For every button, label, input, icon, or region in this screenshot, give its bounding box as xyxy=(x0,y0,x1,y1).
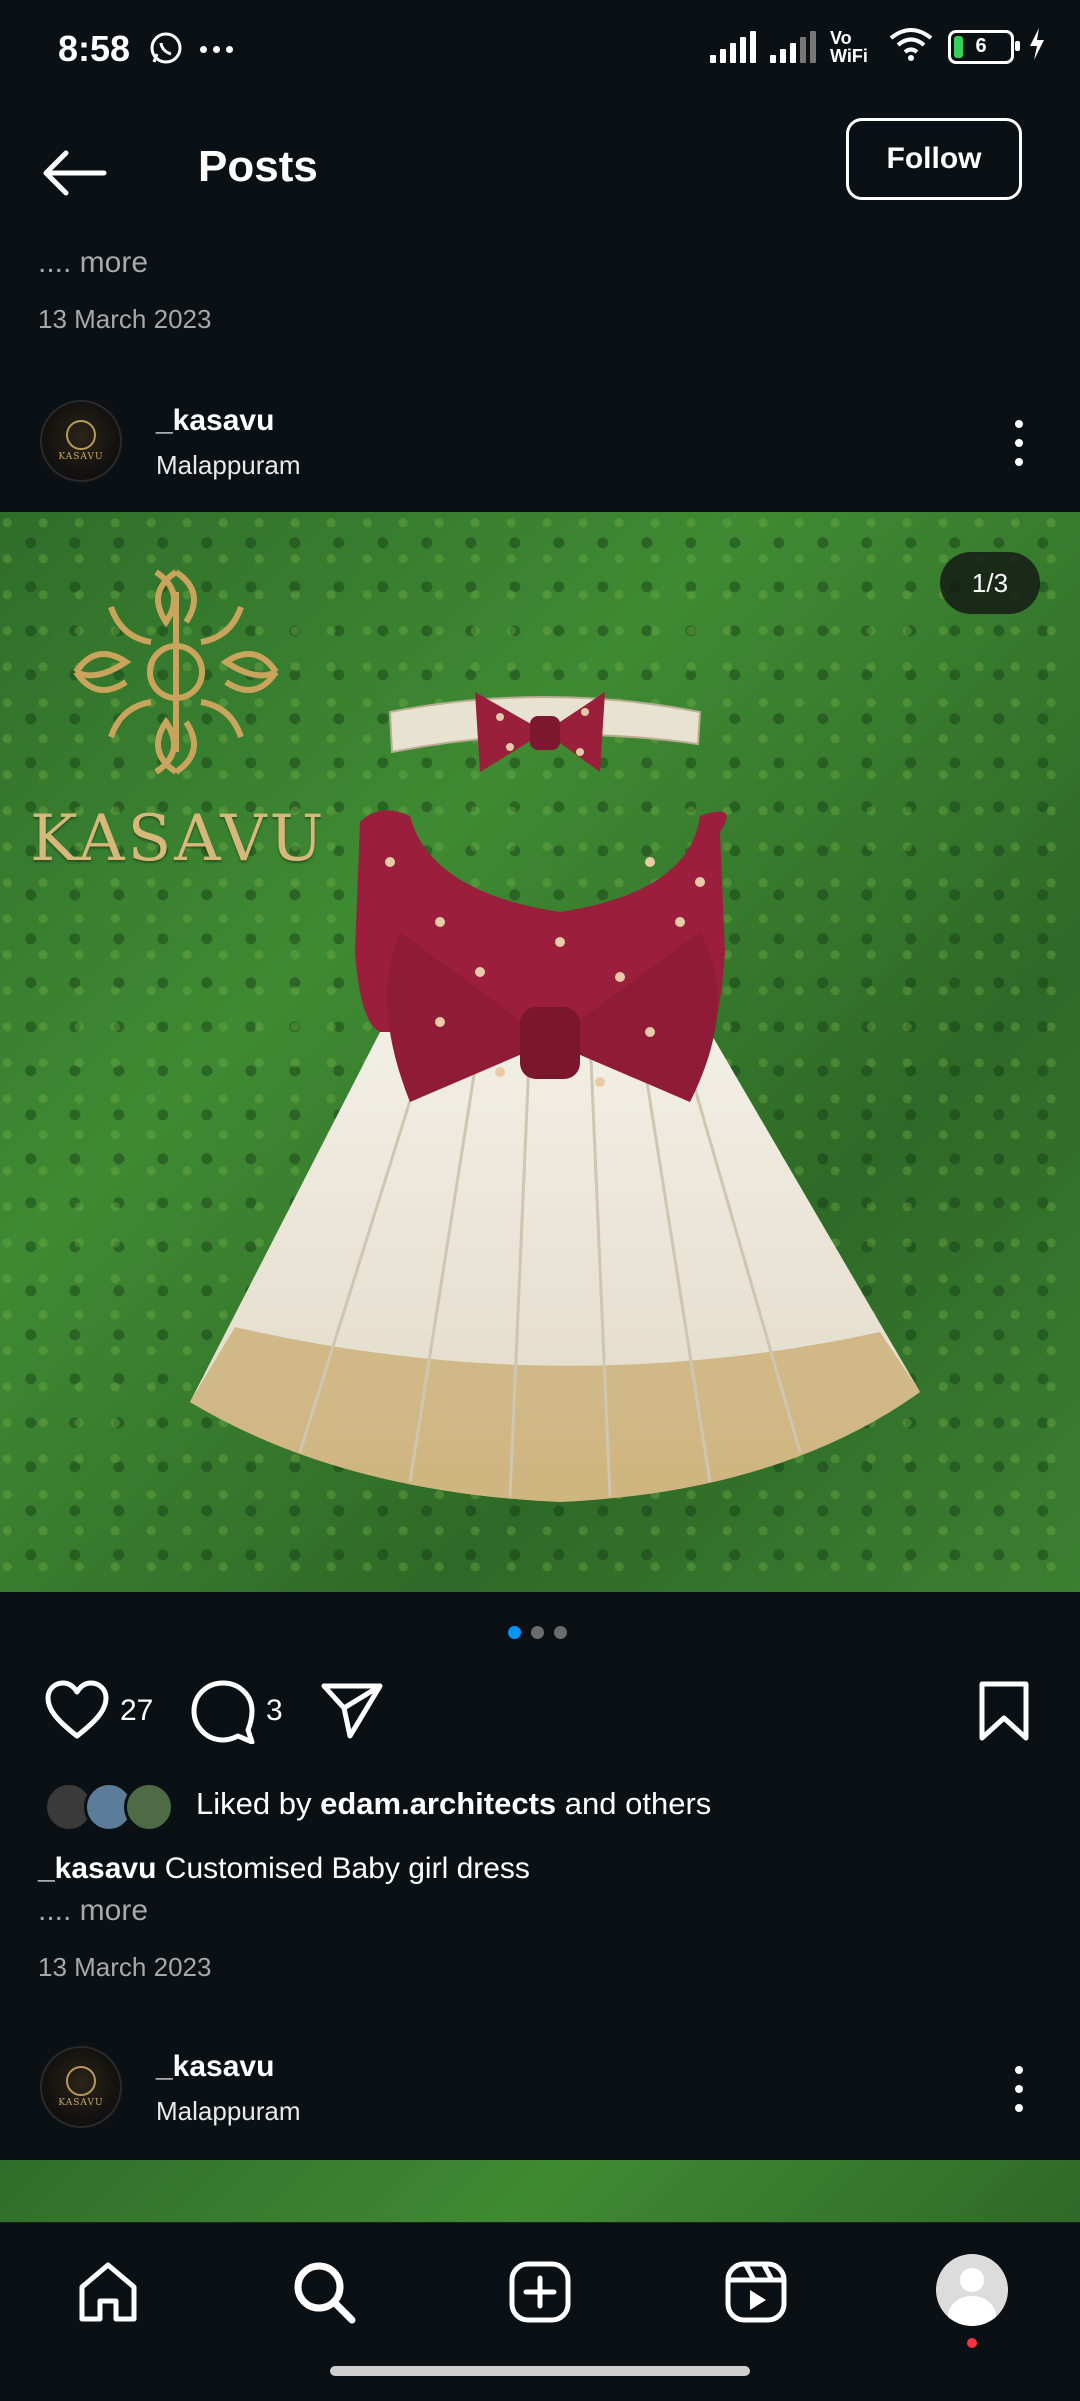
post-image[interactable]: KASAVU 1/3 xyxy=(0,512,1080,1592)
home-icon[interactable] xyxy=(68,2252,148,2332)
next-post-location[interactable]: Malappuram xyxy=(156,2096,301,2127)
comment-count[interactable]: 3 xyxy=(266,1694,283,1728)
caption-username[interactable]: _kasavu xyxy=(38,1852,156,1885)
liked-by-prefix: Liked by xyxy=(196,1786,312,1821)
reels-icon[interactable] xyxy=(716,2252,796,2332)
previous-more-link[interactable]: .... more xyxy=(38,246,148,280)
dress-image xyxy=(190,810,920,1502)
carousel-dot xyxy=(531,1626,544,1639)
liked-by-suffix: and others xyxy=(564,1786,712,1821)
avatar-text: KASAVU xyxy=(58,452,104,462)
more-notifications-icon xyxy=(200,46,233,53)
signal-2-icon xyxy=(770,30,816,63)
caption-more-link[interactable]: .... more xyxy=(38,1894,148,1928)
status-icons: Vo WiFi 6 xyxy=(710,26,1046,67)
image-counter: 1/3 xyxy=(940,552,1040,614)
liked-by-text[interactable]: Liked by edam.architects and others xyxy=(196,1786,711,1822)
like-icon[interactable] xyxy=(44,1680,110,1745)
headband-image xyxy=(388,692,702,772)
carousel-indicator xyxy=(508,1626,567,1639)
signal-icon xyxy=(710,30,756,63)
profile-icon[interactable] xyxy=(936,2254,1008,2326)
next-post-username[interactable]: _kasavu xyxy=(156,2050,274,2084)
share-icon[interactable] xyxy=(320,1680,384,1745)
post-options-icon[interactable] xyxy=(1014,420,1024,466)
profile-avatar xyxy=(936,2254,1008,2326)
avatar[interactable]: KASAVU xyxy=(40,2046,122,2128)
battery-level: 6 xyxy=(975,35,987,57)
liked-by-user[interactable]: edam.architects xyxy=(320,1786,556,1821)
avatar[interactable]: KASAVU xyxy=(40,400,122,482)
vowifi-label: Vo WiFi xyxy=(830,27,868,66)
carousel-dot xyxy=(508,1626,521,1639)
create-icon[interactable] xyxy=(500,2252,580,2332)
avatar-logo xyxy=(66,2066,96,2096)
notification-dot xyxy=(967,2338,977,2348)
post-date: 13 March 2023 xyxy=(38,1952,212,1982)
whatsapp-icon xyxy=(148,30,184,71)
bookmark-icon[interactable] xyxy=(978,1680,1030,1747)
charging-icon xyxy=(1028,28,1046,65)
caption: _kasavu Customised Baby girl dress xyxy=(38,1852,530,1886)
comment-icon[interactable] xyxy=(190,1680,256,1749)
caption-text: Customised Baby girl dress xyxy=(164,1852,530,1885)
home-indicator[interactable] xyxy=(330,2366,750,2376)
carousel-dot xyxy=(554,1626,567,1639)
post-location[interactable]: Malappuram xyxy=(156,450,301,481)
follow-button[interactable]: Follow xyxy=(846,118,1022,200)
page-title: Posts xyxy=(198,142,318,191)
battery-icon: 6 xyxy=(948,29,1020,64)
back-arrow-icon[interactable] xyxy=(40,148,110,198)
avatar-logo xyxy=(66,420,96,450)
search-icon[interactable] xyxy=(284,2252,364,2332)
next-post-image[interactable] xyxy=(0,2160,1080,2222)
status-time: 8:58 xyxy=(58,28,131,69)
liker-avatar xyxy=(124,1782,174,1832)
wifi-icon xyxy=(888,26,934,67)
post-username[interactable]: _kasavu xyxy=(156,404,274,438)
like-count[interactable]: 27 xyxy=(120,1694,153,1728)
previous-post-date: 13 March 2023 xyxy=(38,304,212,334)
liked-by-avatars[interactable] xyxy=(44,1782,174,1832)
next-post-options-icon[interactable] xyxy=(1014,2066,1024,2112)
avatar-text: KASAVU xyxy=(58,2098,104,2108)
